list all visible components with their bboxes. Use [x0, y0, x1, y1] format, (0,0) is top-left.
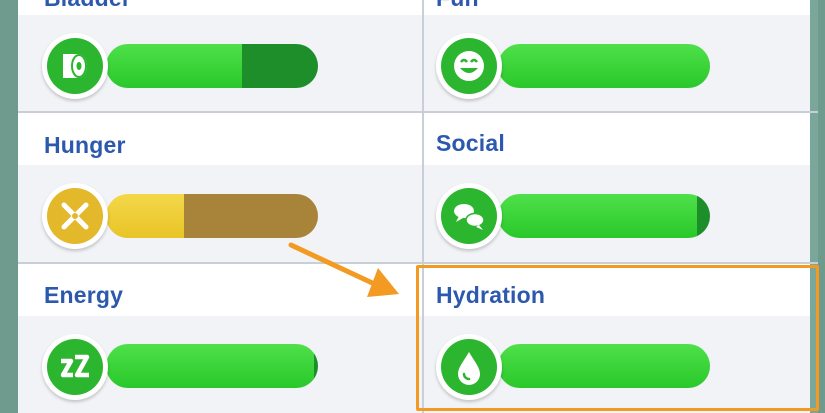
hydration-highlight-box [416, 265, 819, 411]
